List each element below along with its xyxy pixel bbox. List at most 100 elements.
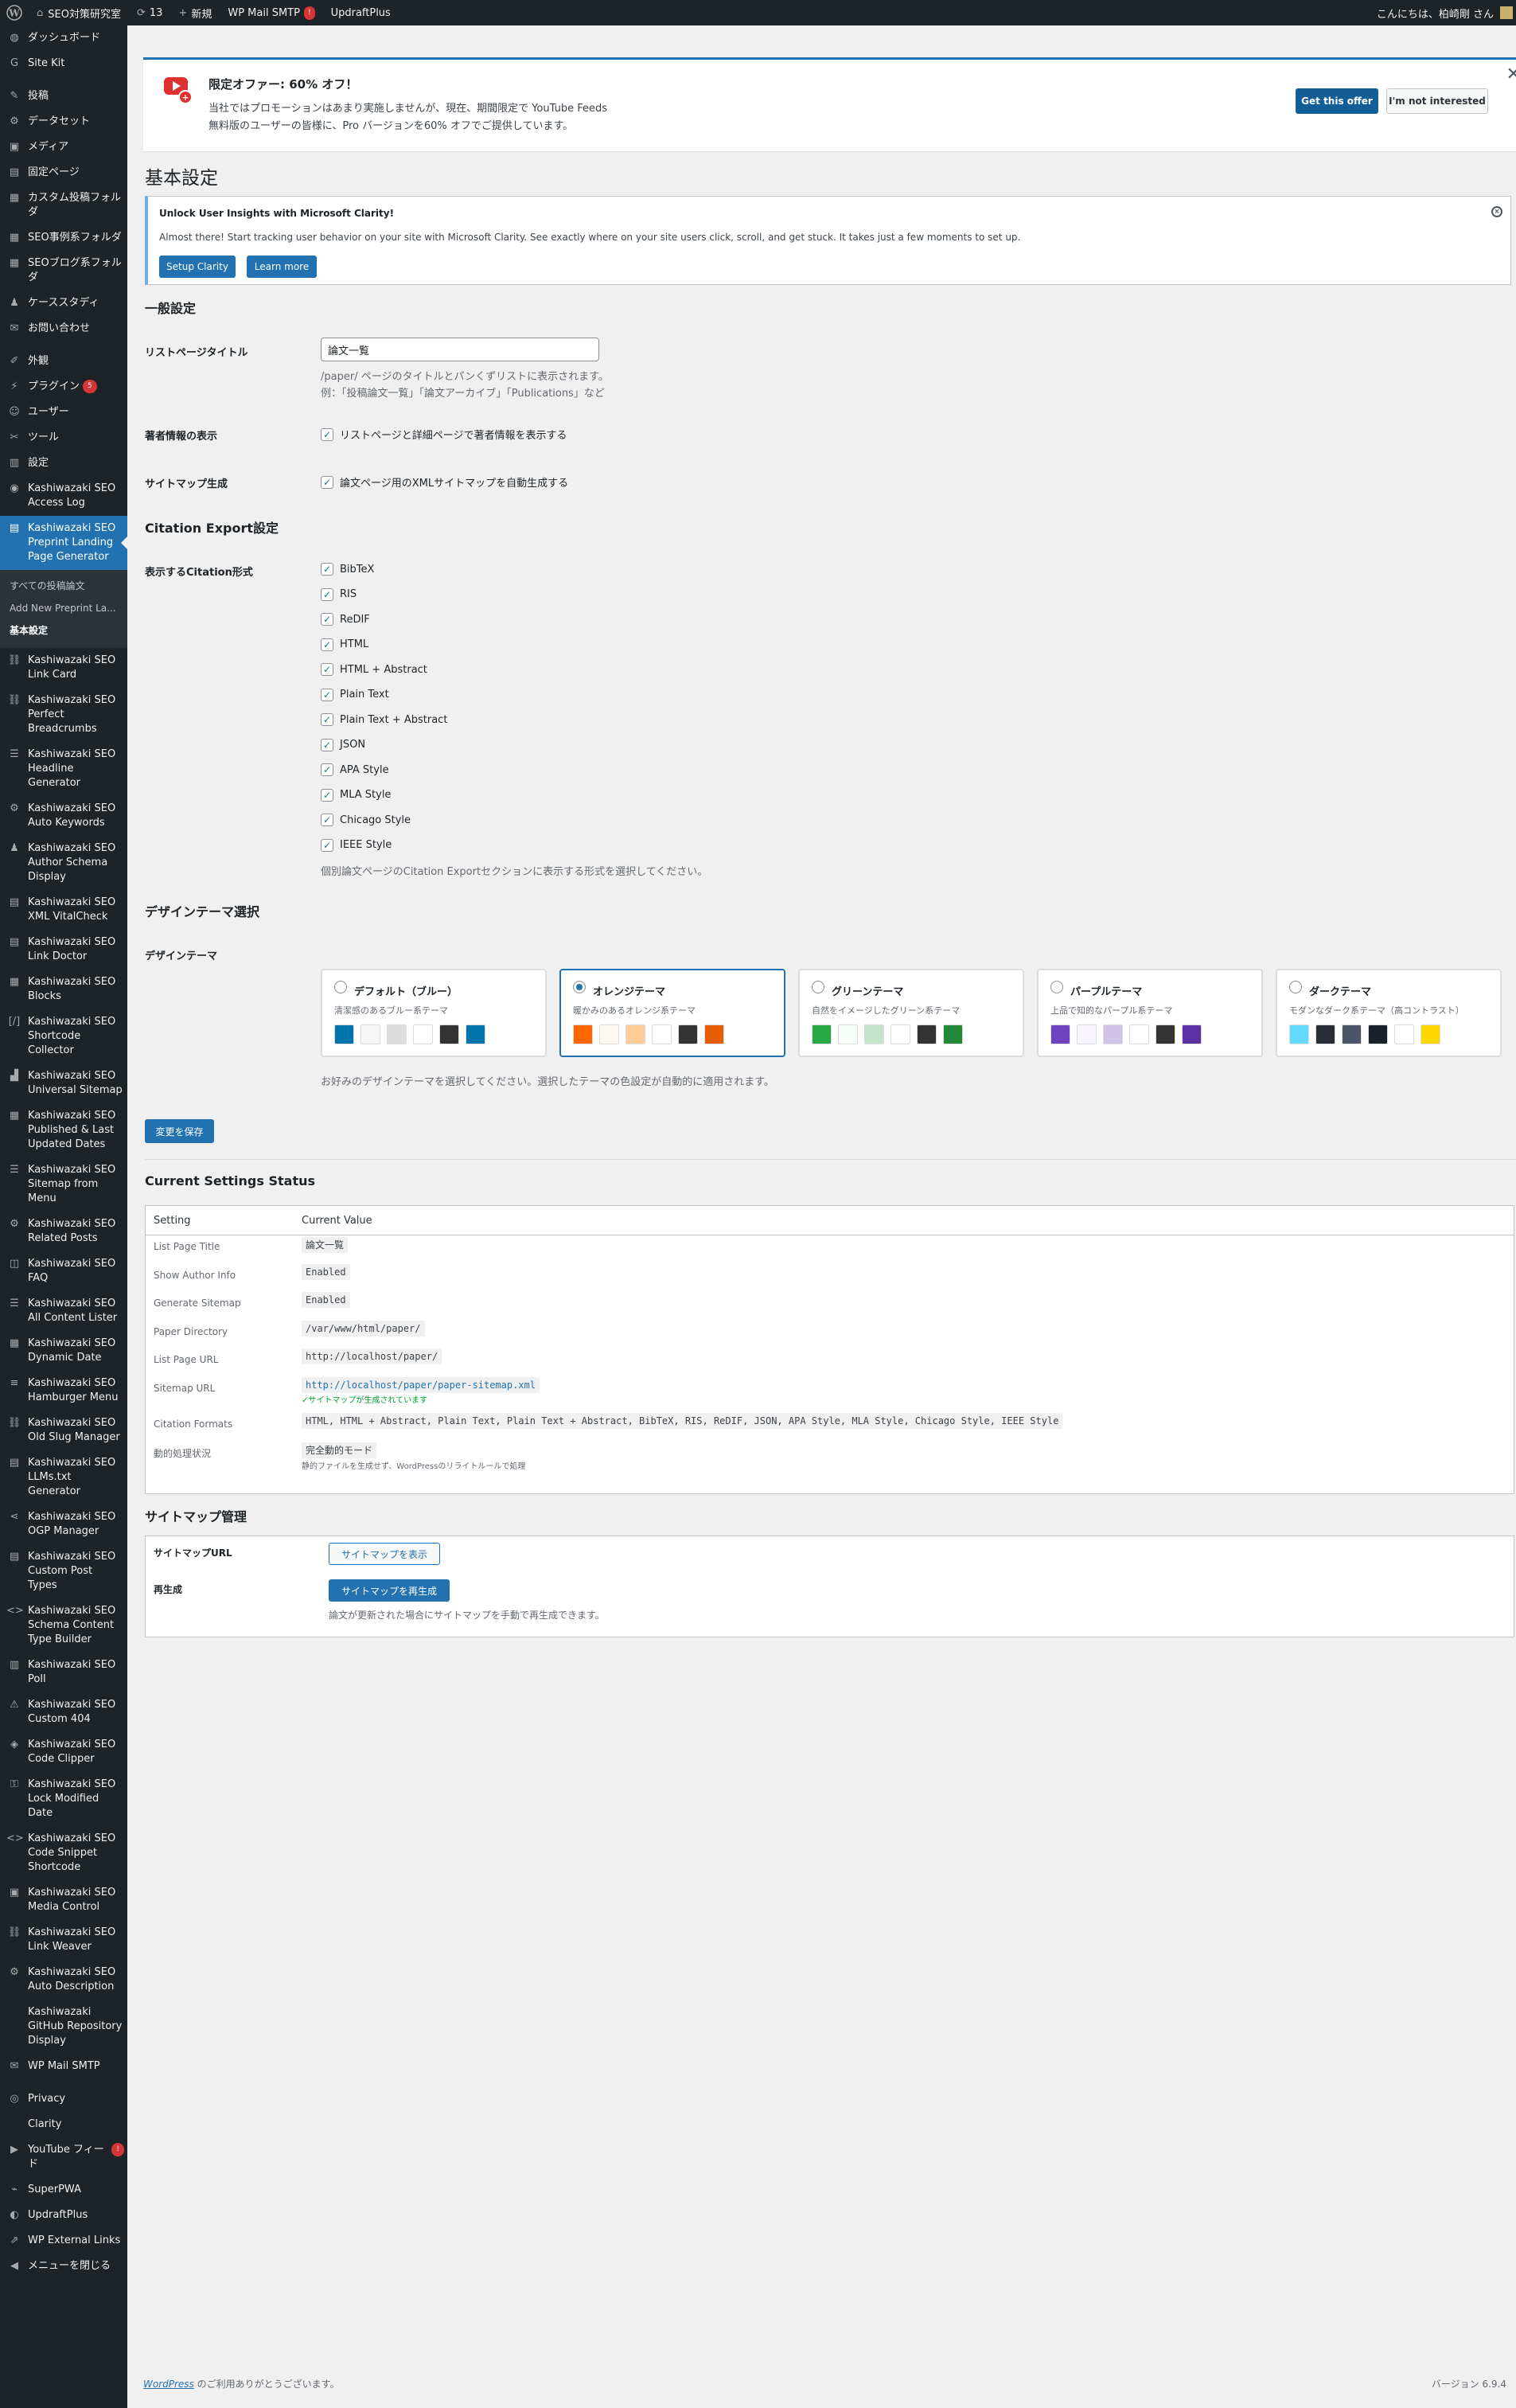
submenu-item[interactable]: すべての投稿論文 <box>0 575 127 597</box>
sidebar-item-33[interactable]: ☰ Kashiwazaki SEO All Content Lister <box>0 1291 127 1331</box>
sidebar-item-39[interactable]: ▤ Kashiwazaki SEO Custom Post Types <box>0 1544 127 1598</box>
citation-format-checkbox[interactable]: ✓ ReDIF <box>321 613 370 626</box>
sidebar-item-41[interactable]: ▥ Kashiwazaki SEO Poll <box>0 1653 127 1692</box>
citation-format-checkbox[interactable]: ✓ RIS <box>321 587 357 601</box>
citation-format-checkbox[interactable]: ✓ Chicago Style <box>321 814 411 826</box>
citation-format-checkbox[interactable]: ✓ BibTeX <box>321 563 374 576</box>
theme-card[interactable]: デフォルト（ブルー） 清潔感のあるブルー系テーマ <box>321 969 547 1057</box>
sidebar-item-35[interactable]: ≡ Kashiwazaki SEO Hamburger Menu <box>0 1371 127 1411</box>
theme-card[interactable]: グリーンテーマ 自然をイメージしたグリーン系テーマ <box>798 969 1024 1057</box>
sidebar-item-19[interactable]: ⛓ Kashiwazaki SEO Link Card <box>0 648 127 688</box>
sidebar-item-31[interactable]: ⚙ Kashiwazaki SEO Related Posts <box>0 1212 127 1251</box>
sidebar-item-38[interactable]: ⋖ Kashiwazaki SEO OGP Manager <box>0 1505 127 1544</box>
sidebar-item-2[interactable]: G Site Kit <box>0 51 127 76</box>
admin-bar-new[interactable]: + 新規 <box>170 0 220 25</box>
citation-format-checkbox[interactable]: ✓ HTML + Abstract <box>321 663 427 676</box>
list-title-input[interactable]: 論文一覧 <box>321 338 599 361</box>
sidebar-item-8[interactable]: ▦ SEO事例系フォルダ <box>0 225 127 251</box>
sidebar-item-3[interactable]: ✎ 投稿 <box>0 84 127 109</box>
save-changes-button[interactable]: 変更を保存 <box>145 1119 214 1143</box>
theme-radio[interactable] <box>1050 981 1063 993</box>
sidebar-item-49[interactable]: Kashiwazaki GitHub Repository Display <box>0 2000 127 2054</box>
sidebar-item-56[interactable]: ⇗ WP External Links <box>0 2228 127 2254</box>
wordpress-link[interactable]: WordPress <box>143 2379 194 2390</box>
theme-radio[interactable] <box>334 981 347 993</box>
admin-bar-updraft[interactable]: UpdraftPlus <box>323 0 399 25</box>
sidebar-item-45[interactable]: <> Kashiwazaki SEO Code Snippet Shortcode <box>0 1826 127 1880</box>
theme-card[interactable]: オレンジテーマ 暖かみのあるオレンジ系テーマ <box>559 969 785 1057</box>
sidebar-item-22[interactable]: ⚙ Kashiwazaki SEO Auto Keywords <box>0 796 127 836</box>
sidebar-item-54[interactable]: ⌁ SuperPWA <box>0 2177 127 2203</box>
sidebar-item-16[interactable]: ▥ 設定 <box>0 451 127 476</box>
sidebar-item-37[interactable]: ▤ Kashiwazaki SEO LLMs.txt Generator <box>0 1450 127 1505</box>
citation-format-checkbox[interactable]: ✓ HTML <box>321 638 368 651</box>
sidebar-item-28[interactable]: ▟ Kashiwazaki SEO Universal Sitemap <box>0 1064 127 1103</box>
sidebar-item-25[interactable]: ▤ Kashiwazaki SEO Link Doctor <box>0 930 127 970</box>
regenerate-sitemap-button[interactable]: サイトマップを再生成 <box>329 1579 450 1602</box>
sidebar-item-27[interactable]: [/] Kashiwazaki SEO Shortcode Collector <box>0 1009 127 1064</box>
admin-bar-account[interactable]: こんにちは、柏崎剛 さん <box>1369 0 1516 25</box>
theme-card[interactable]: ダークテーマ モダンなダーク系テーマ（高コントラスト） <box>1276 969 1502 1057</box>
wordpress-logo-icon[interactable]: W <box>0 0 29 25</box>
sidebar-item-4[interactable]: ⚙ データセット <box>0 109 127 135</box>
admin-bar-smtp[interactable]: WP Mail SMTP! <box>220 0 322 25</box>
close-icon[interactable]: ✕ <box>1506 64 1516 84</box>
sidebar-item-43[interactable]: ◈ Kashiwazaki SEO Code Clipper <box>0 1732 127 1772</box>
sidebar-item-10[interactable]: ♟ ケーススタディ <box>0 291 127 316</box>
theme-radio[interactable] <box>812 981 824 993</box>
citation-format-checkbox[interactable]: ✓ Plain Text + Abstract <box>321 713 447 726</box>
sidebar-item-18[interactable]: ▤ Kashiwazaki SEO Preprint Landing Page G… <box>0 516 127 570</box>
sidebar-item-57[interactable]: ◀ メニューを閉じる <box>0 2254 127 2279</box>
sidebar-item-23[interactable]: ♟ Kashiwazaki SEO Author Schema Display <box>0 836 127 890</box>
sidebar-item-46[interactable]: ▣ Kashiwazaki SEO Media Control <box>0 1880 127 1920</box>
citation-format-checkbox[interactable]: ✓ IEEE Style <box>321 838 392 852</box>
sidebar-item-52[interactable]: Clarity <box>0 2112 127 2137</box>
sidebar-item-51[interactable]: ◎ Privacy <box>0 2086 127 2112</box>
sidebar-item-50[interactable]: ✉ WP Mail SMTP <box>0 2054 127 2079</box>
sidebar-item-32[interactable]: ◫ Kashiwazaki SEO FAQ <box>0 1251 127 1291</box>
sidebar-item-5[interactable]: ▣ メディア <box>0 135 127 160</box>
sidebar-item-55[interactable]: ◐ UpdraftPlus <box>0 2203 127 2228</box>
sidebar-item-9[interactable]: ▦ SEOブログ系フォルダ <box>0 251 127 291</box>
sidebar-item-15[interactable]: ✂ ツール <box>0 425 127 451</box>
get-offer-button[interactable]: Get this offer <box>1296 88 1378 114</box>
theme-radio[interactable] <box>573 981 586 993</box>
sidebar-item-42[interactable]: ⚠ Kashiwazaki SEO Custom 404 <box>0 1692 127 1732</box>
sidebar-item-21[interactable]: ☰ Kashiwazaki SEO Headline Generator <box>0 742 127 796</box>
sidebar-item-34[interactable]: ▦ Kashiwazaki SEO Dynamic Date <box>0 1331 127 1371</box>
sidebar-item-7[interactable]: ▦ カスタム投稿フォルダ <box>0 185 127 225</box>
sidebar-item-14[interactable]: ☺ ユーザー <box>0 400 127 425</box>
not-interested-button[interactable]: I'm not interested <box>1386 88 1488 114</box>
sidebar-item-53[interactable]: ▶ YouTube フィード! <box>0 2137 127 2177</box>
sidebar-item-1[interactable]: ◍ ダッシュボード <box>0 25 127 51</box>
citation-format-checkbox[interactable]: ✓ MLA Style <box>321 788 391 802</box>
theme-card[interactable]: パープルテーマ 上品で知的なパープル系テーマ <box>1037 969 1263 1057</box>
sidebar-item-40[interactable]: <> Kashiwazaki SEO Schema Content Type Bu… <box>0 1598 127 1653</box>
theme-radio[interactable] <box>1289 981 1302 993</box>
sidebar-item-11[interactable]: ✉ お問い合わせ <box>0 316 127 341</box>
sitemap-gen-checkbox[interactable]: ✓ 論文ページ用のXMLサイトマップを自動生成する <box>321 474 568 490</box>
sidebar-item-47[interactable]: ⛓ Kashiwazaki SEO Link Weaver <box>0 1920 127 1960</box>
sidebar-item-24[interactable]: ▤ Kashiwazaki SEO XML VitalCheck <box>0 890 127 930</box>
show-sitemap-button[interactable]: サイトマップを表示 <box>329 1543 440 1565</box>
citation-format-checkbox[interactable]: ✓ APA Style <box>321 763 389 776</box>
citation-format-checkbox[interactable]: ✓ Plain Text <box>321 688 389 701</box>
sidebar-item-12[interactable]: ✐ 外観 <box>0 349 127 374</box>
author-info-checkbox[interactable]: ✓ リストページと詳細ページで著者情報を表示する <box>321 427 567 442</box>
citation-format-checkbox[interactable]: ✓ JSON <box>321 738 365 751</box>
learn-more-button[interactable]: Learn more <box>247 256 317 278</box>
sidebar-item-48[interactable]: ⚙ Kashiwazaki SEO Auto Description <box>0 1960 127 2000</box>
sidebar-item-36[interactable]: ⛓ Kashiwazaki SEO Old Slug Manager <box>0 1411 127 1450</box>
sidebar-item-29[interactable]: ▦ Kashiwazaki SEO Published & Last Update… <box>0 1103 127 1157</box>
sidebar-item-26[interactable]: ▦ Kashiwazaki SEO Blocks <box>0 970 127 1009</box>
submenu-item[interactable]: Add New Preprint La... <box>0 597 127 619</box>
submenu-item[interactable]: 基本設定 <box>0 619 127 642</box>
admin-bar-site[interactable]: ⌂ SEO対策研究室 <box>29 0 129 25</box>
dismiss-icon[interactable]: × <box>1491 206 1502 217</box>
setup-clarity-button[interactable]: Setup Clarity <box>159 256 236 278</box>
admin-bar-updates[interactable]: ⟳ 13 <box>129 0 170 25</box>
sidebar-item-44[interactable]: ⚿ Kashiwazaki SEO Lock Modified Date <box>0 1772 127 1826</box>
sidebar-item-17[interactable]: ◉ Kashiwazaki SEO Access Log <box>0 476 127 516</box>
sidebar-item-30[interactable]: ☰ Kashiwazaki SEO Sitemap from Menu <box>0 1157 127 1212</box>
sidebar-item-20[interactable]: ⛓ Kashiwazaki SEO Perfect Breadcrumbs <box>0 688 127 742</box>
